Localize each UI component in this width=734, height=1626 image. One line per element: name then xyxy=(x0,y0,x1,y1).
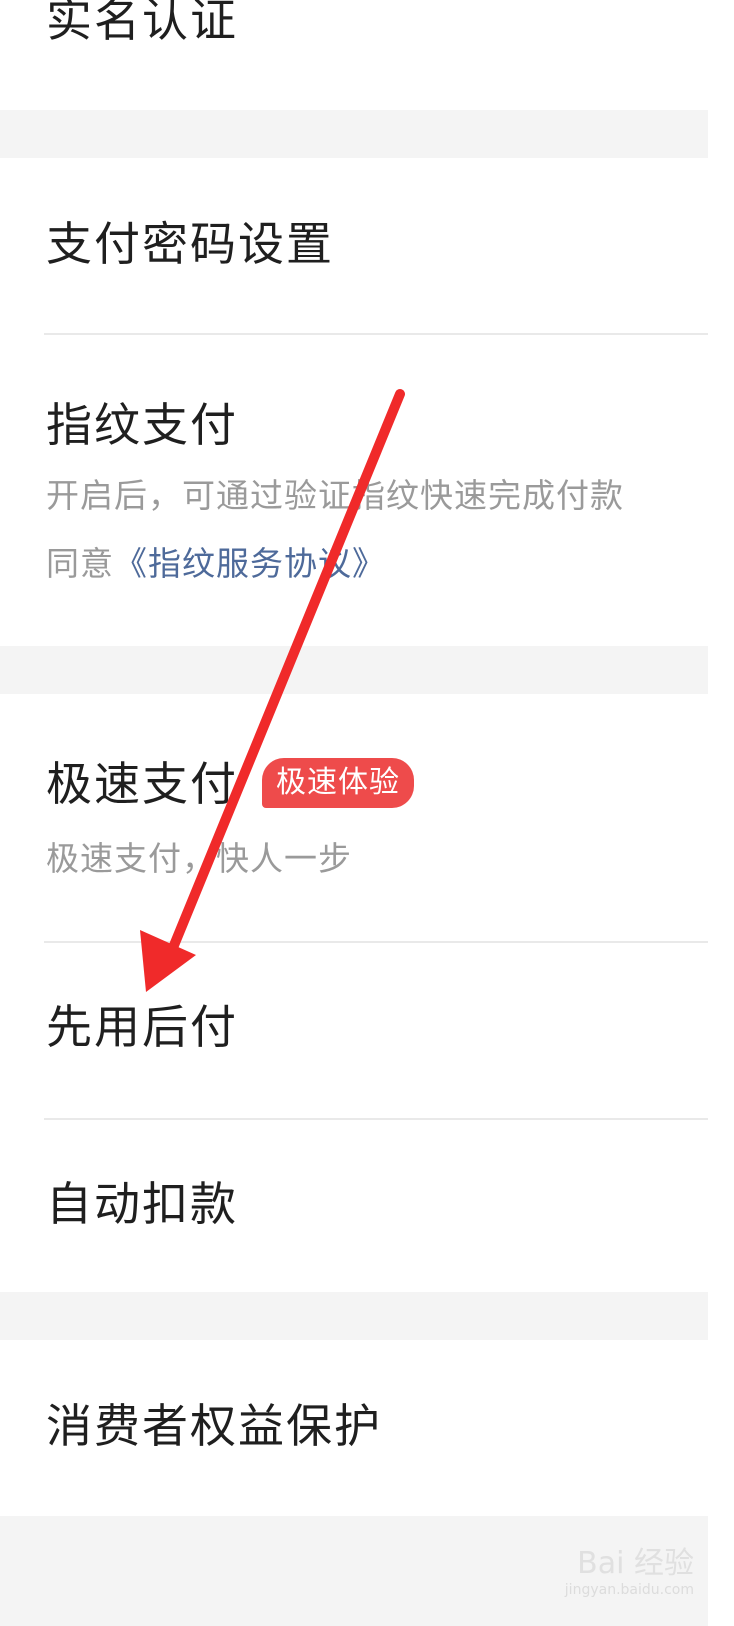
fingerprint-agreement-link[interactable]: 《指纹服务协议》 xyxy=(114,544,386,583)
baidu-jingyan-watermark: Bai 经验 jingyan.baidu.com xyxy=(565,1538,694,1598)
card-real-name: 实名认证 xyxy=(0,0,708,110)
real-name-item[interactable]: 实名认证 xyxy=(0,0,708,110)
payment-password-item[interactable]: 支付密码设置 xyxy=(0,158,708,334)
agreement-prefix: 同意 xyxy=(46,544,114,583)
express-pay-description: 极速支付，快人一步 xyxy=(46,839,352,878)
express-pay-badge: 极速体验 xyxy=(262,758,414,808)
payment-password-label: 支付密码设置 xyxy=(46,217,334,271)
fingerprint-pay-description: 开启后，可通过验证指纹快速完成付款 xyxy=(46,476,624,515)
card-payment-methods: 极速支付 极速体验 极速支付，快人一步 先用后付 自动扣款 xyxy=(0,694,708,1292)
express-pay-item[interactable]: 极速支付 极速体验 极速支付，快人一步 xyxy=(0,694,708,941)
auto-debit-label: 自动扣款 xyxy=(46,1177,238,1231)
pay-later-label: 先用后付 xyxy=(46,1000,238,1054)
express-pay-label: 极速支付 xyxy=(46,757,238,811)
settings-page: 实名认证 支付密码设置 指纹支付 开启后，可通过验证指纹快速完成付款 同意《指纹… xyxy=(0,0,734,1626)
watermark-brand: Bai 经验 xyxy=(577,1546,694,1581)
consumer-protection-label: 消费者权益保护 xyxy=(46,1399,382,1453)
card-consumer-protection: 消费者权益保护 xyxy=(0,1340,708,1516)
pay-later-item[interactable]: 先用后付 xyxy=(0,943,708,1118)
auto-debit-item[interactable]: 自动扣款 xyxy=(0,1120,708,1292)
screen-edge xyxy=(708,0,734,1626)
fingerprint-pay-label: 指纹支付 xyxy=(46,398,238,452)
card-payment-security: 支付密码设置 指纹支付 开启后，可通过验证指纹快速完成付款 同意《指纹服务协议》 xyxy=(0,158,708,646)
real-name-label: 实名认证 xyxy=(46,0,238,47)
fingerprint-pay-item[interactable]: 指纹支付 开启后，可通过验证指纹快速完成付款 同意《指纹服务协议》 xyxy=(0,335,708,646)
consumer-protection-item[interactable]: 消费者权益保护 xyxy=(0,1340,708,1516)
fingerprint-agreement-line: 同意《指纹服务协议》 xyxy=(46,542,386,586)
watermark-url: jingyan.baidu.com xyxy=(564,1582,694,1598)
